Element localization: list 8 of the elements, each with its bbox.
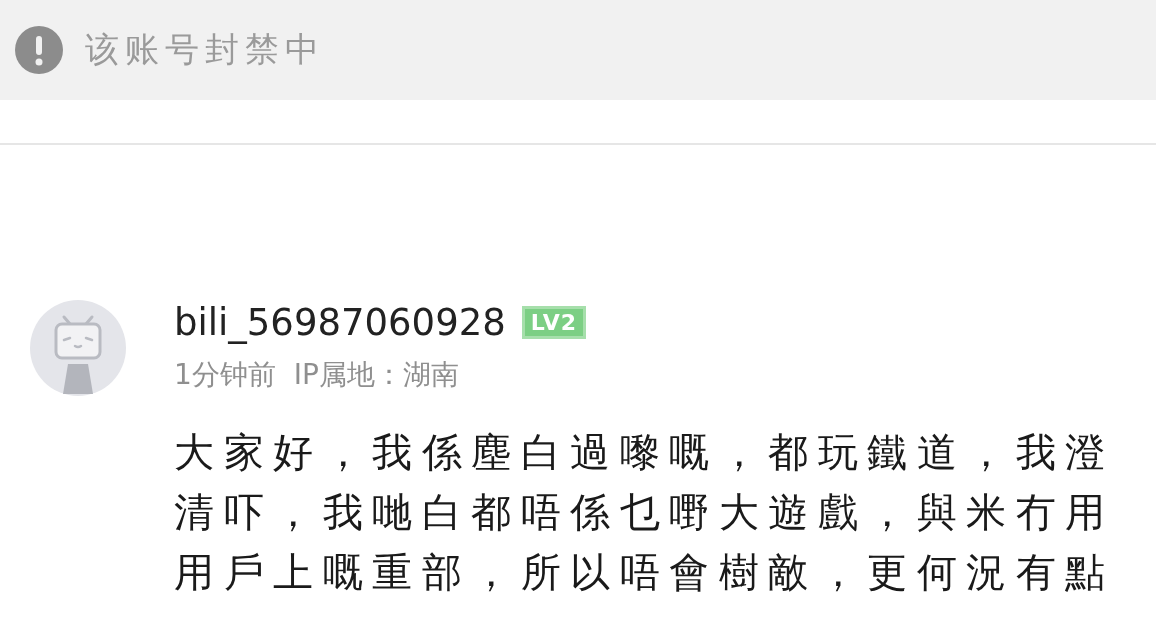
username[interactable]: bili_56987060928: [174, 300, 506, 344]
alert-icon: [15, 26, 63, 74]
ip-location: IP属地：湖南: [293, 357, 459, 393]
avatar-icon: [30, 300, 126, 396]
notice-text: 该账号封禁中: [85, 28, 325, 71]
comment-text: 大家好，我係塵白過嚟嘅，都玩鐵道，我澄清吓，我哋白都唔係乜嘢大遊戲，與米冇用用戶上嘅重部，所以唔會樹敵，更何況有點: [174, 428, 1116, 597]
comment-time: 1分钟前: [174, 357, 276, 393]
level-badge: LV2: [521, 305, 587, 339]
